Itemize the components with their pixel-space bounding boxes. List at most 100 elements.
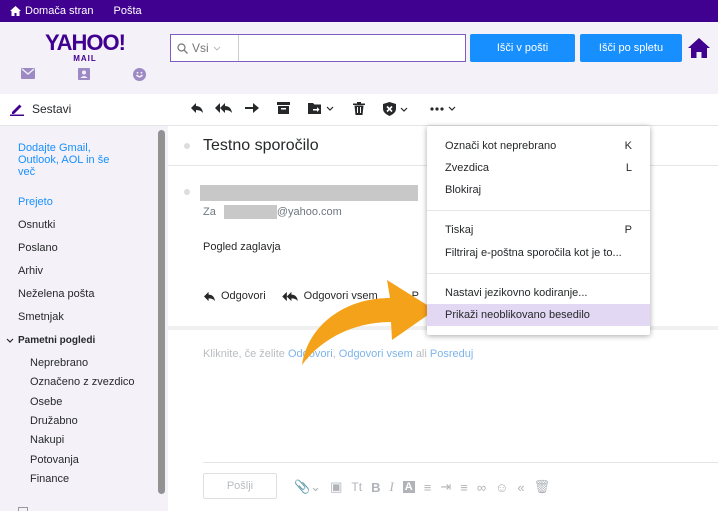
reply-icon [191, 103, 203, 113]
search-mail-button[interactable]: Išči v pošti [470, 34, 575, 62]
menu-separator [427, 273, 650, 274]
template-icon[interactable]: ▣ [330, 479, 342, 495]
add-accounts-link[interactable]: Dodajte Gmail, Outlook, AOL in še več [18, 142, 128, 178]
reply-icon [204, 291, 215, 301]
home-icon[interactable] [688, 38, 710, 61]
delete-toolbar-button[interactable] [353, 102, 365, 115]
menu-item-star[interactable]: Zvezdica L [427, 157, 650, 179]
menu-item-filter[interactable]: Filtriraj e-poštna sporočila kot je to..… [427, 242, 650, 264]
message-subject: Testno sporočilo [203, 137, 319, 154]
chevron-down-icon [6, 338, 14, 343]
search-box: Vsi [170, 34, 466, 62]
shield-icon [383, 102, 396, 116]
menu-item-show-raw[interactable]: Prikaži neoblikovano besedilo [427, 304, 650, 326]
reply-button[interactable]: Odgovori [203, 290, 266, 302]
font-size-icon[interactable]: Tt [351, 480, 362, 494]
pencil-icon [10, 104, 24, 116]
more-dots-icon [430, 106, 444, 111]
menu-item-print[interactable]: Tiskaj P [427, 219, 650, 241]
menu-item-label: Prikaži neoblikovano besedilo [445, 309, 590, 321]
sidebar-item-people[interactable]: Osebe [30, 396, 62, 408]
smart-views-label: Pametni pogledi [18, 335, 96, 346]
search-scope-label: Vsi [192, 41, 209, 55]
sidebar-item-finance[interactable]: Finance [30, 473, 69, 485]
menu-item-shortcut: K [624, 140, 632, 152]
menu-item-label: Filtriraj e-poštna sporočila kot je to..… [445, 247, 622, 259]
sidebar-item-social[interactable]: Družabno [30, 415, 78, 427]
menu-item-block[interactable]: Blokiraj [427, 179, 650, 201]
messenger-app-icon[interactable] [133, 68, 147, 81]
yahoo-mail-logo[interactable]: YAHOO! MAIL [42, 30, 128, 64]
archive-icon [277, 102, 290, 114]
menu-item-label: Zvezdica [445, 162, 490, 174]
menu-separator [427, 210, 650, 211]
trash-icon[interactable]: 🗑 [534, 479, 551, 495]
compose-label: Sestavi [32, 102, 72, 116]
emoji-icon[interactable]: ☺ [495, 480, 508, 495]
indent-icon[interactable]: ⇥ [440, 479, 451, 495]
link-icon[interactable]: ∞ [477, 480, 486, 495]
menu-item-shortcut: L [625, 162, 632, 174]
menu-item-label: Označi kot neprebrano [445, 140, 557, 152]
chevron-down-icon [448, 106, 456, 111]
contacts-app-icon[interactable] [78, 68, 92, 80]
recipient-prefix: Za [203, 206, 216, 218]
spam-toolbar-button[interactable] [383, 102, 408, 116]
search-input[interactable] [239, 35, 465, 61]
hint-prefix: Kliknite, če želite [203, 348, 285, 360]
mail-link[interactable]: Pošta [113, 5, 141, 17]
sidebar-item-inbox[interactable]: Prejeto [18, 196, 53, 208]
sidebar-item-spam[interactable]: Neželena pošta [18, 288, 94, 300]
sidebar: Dodajte Gmail, Outlook, AOL in še več Pr… [0, 126, 168, 511]
archive-toolbar-button[interactable] [277, 102, 290, 114]
smart-views-toggle[interactable]: Pametni pogledi [6, 335, 95, 346]
menu-item-encoding[interactable]: Nastavi jezikovno kodiranje... [427, 282, 650, 304]
align-icon[interactable]: ≡ [460, 480, 468, 495]
redacted-sender [200, 185, 418, 201]
chevron-down-icon [213, 46, 221, 51]
sidebar-item-sent[interactable]: Poslano [18, 242, 58, 254]
attach-icon[interactable]: 📎⌄ [294, 479, 321, 495]
sidebar-partial-icon [18, 507, 28, 511]
callout-arrow-icon [302, 280, 435, 365]
move-toolbar-button[interactable] [308, 102, 334, 114]
reply-toolbar-button[interactable] [190, 102, 204, 114]
mail-app-icon[interactable] [21, 68, 35, 80]
sidebar-item-drafts[interactable]: Osnutki [18, 219, 55, 231]
forward-toolbar-button[interactable] [245, 102, 259, 114]
reply-label: Odgovori [221, 290, 266, 302]
more-actions-menu: Označi kot neprebrano K Zvezdica L Bloki… [427, 126, 650, 335]
logo-brand: YAHOO! [45, 30, 126, 55]
bullet-list-icon[interactable]: ≡ [424, 480, 432, 495]
message-toolbar: Sestavi [0, 94, 718, 126]
search-icon [177, 42, 188, 54]
home-link[interactable]: Domača stran [10, 5, 93, 17]
sidebar-item-travel[interactable]: Potovanja [30, 454, 79, 466]
send-button[interactable]: Pošlji [203, 473, 277, 499]
formatting-toolbar: 📎⌄ ▣ Tt B I A ≡ ⇥ ≡ ∞ ☺ « 🗑 [294, 479, 559, 495]
home-icon [10, 6, 21, 16]
sidebar-item-shopping[interactable]: Nakupi [30, 434, 64, 446]
recipient-line: Za @yahoo.com [203, 205, 342, 219]
sidebar-item-trash[interactable]: Smetnjak [18, 311, 64, 323]
reply-all-toolbar-button[interactable] [215, 102, 233, 114]
view-header-link[interactable]: Pogled zaglavja [203, 241, 281, 253]
collapse-icon[interactable]: « [517, 480, 524, 495]
compose-divider [203, 462, 718, 463]
menu-item-shortcut: P [624, 224, 632, 236]
sidebar-scrollbar[interactable] [158, 130, 165, 494]
search-web-button[interactable]: Išči po spletu [580, 34, 682, 62]
sidebar-item-archive[interactable]: Arhiv [18, 265, 43, 277]
sidebar-item-unread[interactable]: Neprebrano [30, 357, 88, 369]
menu-item-mark-unread[interactable]: Označi kot neprebrano K [427, 135, 650, 157]
unread-dot-icon [184, 143, 190, 149]
text-color-icon[interactable]: A [402, 481, 415, 493]
italic-icon[interactable]: I [389, 479, 393, 495]
search-scope-dropdown[interactable]: Vsi [171, 35, 239, 61]
redacted-recipient [223, 205, 277, 219]
more-toolbar-button[interactable] [430, 106, 456, 111]
compose-button[interactable]: Sestavi [10, 102, 71, 116]
bold-icon[interactable]: B [371, 480, 380, 495]
sidebar-item-starred[interactable]: Označeno z zvezdico [30, 376, 135, 388]
chevron-down-icon [326, 106, 334, 111]
